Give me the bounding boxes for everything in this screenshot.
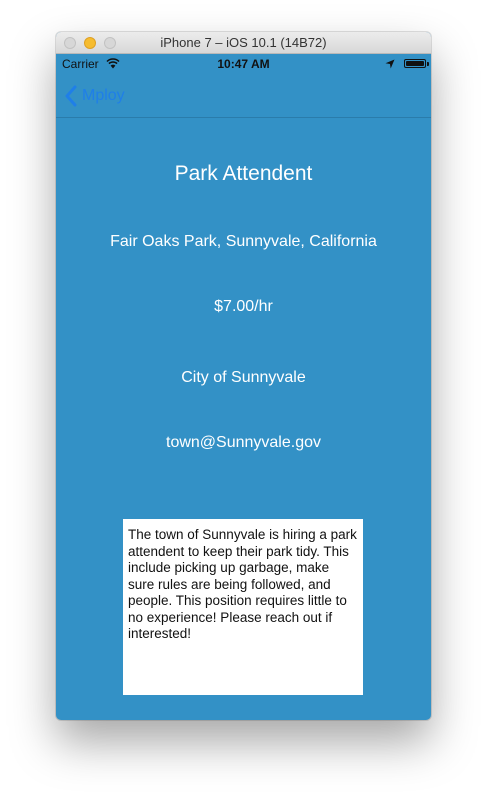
job-email[interactable]: town@Sunnyvale.gov (56, 434, 431, 452)
chevron-left-icon (65, 85, 77, 107)
job-pay: $7.00/hr (214, 298, 273, 315)
job-location: Fair Oaks Park, Sunnyvale, California (110, 233, 377, 250)
back-button[interactable]: Mploy (64, 84, 125, 108)
status-bar: Carrier 10:47 AM (56, 54, 431, 74)
simulator-titlebar: iPhone 7 – iOS 10.1 (14B72) (56, 32, 431, 54)
job-employer: City of Sunnyvale (181, 369, 306, 386)
simulator-window: iPhone 7 – iOS 10.1 (14B72) Carrier 10:4… (56, 32, 431, 720)
job-description[interactable]: The town of Sunnyvale is hiring a park a… (123, 519, 363, 695)
back-button-label: Mploy (82, 87, 125, 104)
battery-icon (404, 59, 426, 68)
location-arrow-icon (385, 59, 395, 69)
simulator-title: iPhone 7 – iOS 10.1 (14B72) (160, 35, 327, 50)
navigation-bar: Mploy (56, 74, 431, 118)
job-title: Park Attendent (174, 162, 313, 185)
job-detail: Park Attendent Fair Oaks Park, Sunnyvale… (56, 118, 431, 720)
battery-tip (427, 62, 429, 66)
status-time: 10:47 AM (217, 57, 270, 71)
